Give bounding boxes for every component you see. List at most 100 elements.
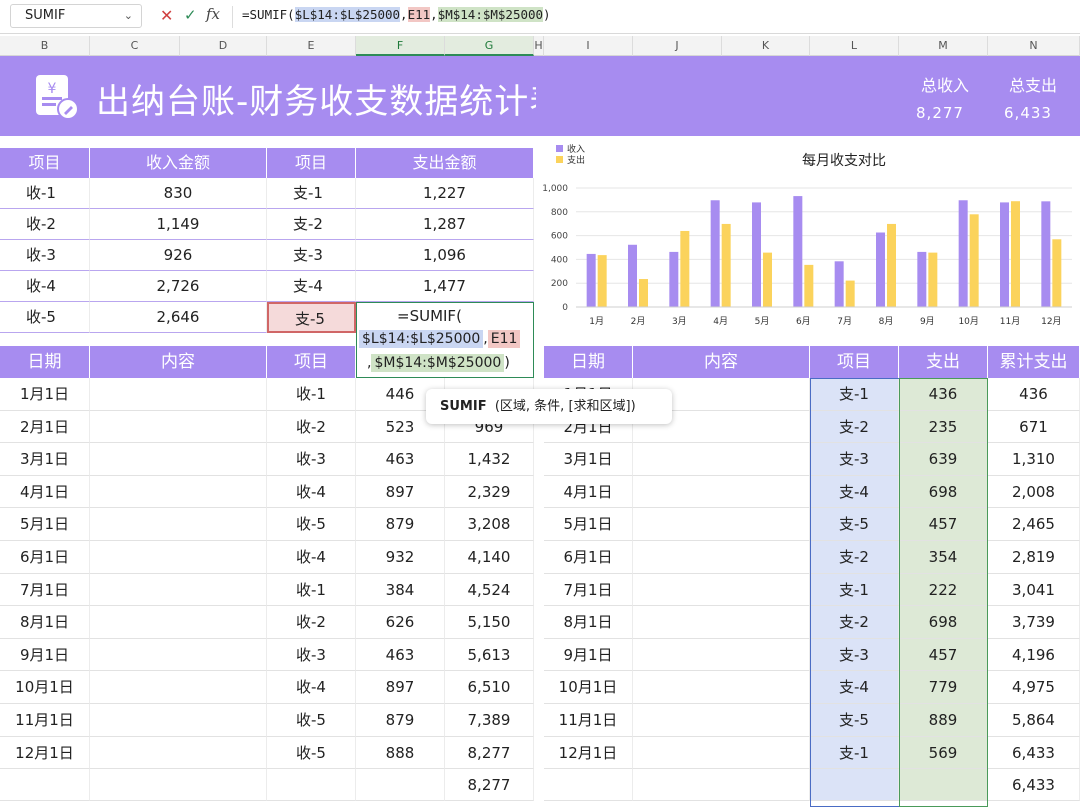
expense-total-cell[interactable]: 6,433 <box>988 769 1080 802</box>
summary-item-cell[interactable]: 支-1 <box>267 178 356 209</box>
expense-cell-amount[interactable]: 457 <box>899 508 988 541</box>
income-cell-date[interactable]: 9月1日 <box>0 638 90 672</box>
income-cell-cumulative[interactable]: 1,432 <box>445 443 534 476</box>
summary-item-cell[interactable]: 收-2 <box>0 209 90 240</box>
expense-cell-amount[interactable]: 639 <box>899 443 988 476</box>
expense-total-blank[interactable] <box>633 769 810 802</box>
column-header-m[interactable]: M <box>899 36 988 56</box>
income-cell-date[interactable]: 2月1日 <box>0 410 90 444</box>
income-cell-cumulative[interactable]: 3,208 <box>445 508 534 541</box>
income-cell-content[interactable] <box>90 443 267 476</box>
income-total-blank[interactable] <box>0 769 90 802</box>
summary-item-cell[interactable]: 收-3 <box>0 240 90 271</box>
summary-item-cell[interactable]: 支-2 <box>267 209 356 240</box>
expense-cell-item[interactable]: 支-3 <box>810 638 899 672</box>
expense-cell-content[interactable] <box>633 475 810 509</box>
expense-cell-cumulative[interactable]: 671 <box>988 410 1080 444</box>
income-cell-date[interactable]: 10月1日 <box>0 671 90 704</box>
income-cell-content[interactable] <box>90 475 267 509</box>
summary-item-cell[interactable]: 支-5 <box>267 302 356 333</box>
summary-amount-cell[interactable]: 2,726 <box>90 271 267 302</box>
income-cell-amount[interactable]: 463 <box>356 638 445 672</box>
income-cell-item[interactable]: 收-5 <box>267 736 356 770</box>
income-total-blank[interactable] <box>356 769 445 802</box>
income-cell-item[interactable]: 收-5 <box>267 508 356 541</box>
expense-cell-amount[interactable]: 436 <box>899 378 988 411</box>
expense-cell-content[interactable] <box>633 508 810 541</box>
income-cell-date[interactable]: 3月1日 <box>0 443 90 476</box>
column-header-i[interactable]: I <box>544 36 633 56</box>
income-cell-date[interactable]: 6月1日 <box>0 541 90 574</box>
expense-cell-cumulative[interactable]: 3,041 <box>988 573 1080 607</box>
expense-cell-date[interactable]: 12月1日 <box>544 736 633 770</box>
confirm-icon[interactable]: ✓ <box>184 6 197 24</box>
expense-cell-cumulative[interactable]: 5,864 <box>988 704 1080 737</box>
income-cell-date[interactable]: 12月1日 <box>0 736 90 770</box>
column-header-g[interactable]: G <box>445 36 534 56</box>
expense-cell-date[interactable]: 10月1日 <box>544 671 633 704</box>
expense-cell-amount[interactable]: 779 <box>899 671 988 704</box>
column-header-e[interactable]: E <box>267 36 356 56</box>
expense-cell-date[interactable]: 4月1日 <box>544 475 633 509</box>
expense-cell-date[interactable]: 6月1日 <box>544 541 633 574</box>
column-header-h[interactable]: H <box>534 36 544 56</box>
income-cell-cumulative[interactable]: 8,277 <box>445 736 534 770</box>
column-header-b[interactable]: B <box>0 36 90 56</box>
income-cell-item[interactable]: 收-1 <box>267 378 356 411</box>
expense-cell-amount[interactable]: 235 <box>899 410 988 444</box>
expense-cell-content[interactable] <box>633 606 810 639</box>
summary-amount-cell[interactable]: 926 <box>90 240 267 271</box>
expense-cell-date[interactable]: 8月1日 <box>544 606 633 639</box>
expense-cell-cumulative[interactable]: 2,465 <box>988 508 1080 541</box>
income-cell-item[interactable]: 收-4 <box>267 671 356 704</box>
expense-cell-amount[interactable]: 889 <box>899 704 988 737</box>
expense-cell-amount[interactable]: 457 <box>899 638 988 672</box>
income-cell-content[interactable] <box>90 410 267 444</box>
expense-cell-item[interactable]: 支-1 <box>810 378 899 411</box>
income-cell-cumulative[interactable]: 5,613 <box>445 638 534 672</box>
income-cell-amount[interactable]: 463 <box>356 443 445 476</box>
income-cell-date[interactable]: 4月1日 <box>0 475 90 509</box>
expense-cell-amount[interactable]: 698 <box>899 606 988 639</box>
cell-edit-popup[interactable]: =SUMIF( $L$14:$L$25000, E11 , $M$14:$M$250… <box>356 302 534 378</box>
expense-cell-amount[interactable]: 354 <box>899 541 988 574</box>
income-cell-amount[interactable]: 897 <box>356 475 445 509</box>
expense-cell-content[interactable] <box>633 736 810 770</box>
expense-cell-content[interactable] <box>633 573 810 607</box>
income-cell-date[interactable]: 8月1日 <box>0 606 90 639</box>
summary-amount-cell[interactable]: 1,149 <box>90 209 267 240</box>
summary-item-cell[interactable]: 收-4 <box>0 271 90 302</box>
summary-item-cell[interactable]: 收-1 <box>0 178 90 209</box>
summary-amount-cell[interactable]: 1,287 <box>356 209 534 240</box>
insert-function-icon[interactable]: fx <box>206 5 220 23</box>
income-cell-item[interactable]: 收-4 <box>267 541 356 574</box>
summary-item-cell[interactable]: 支-3 <box>267 240 356 271</box>
expense-cell-cumulative[interactable]: 436 <box>988 378 1080 411</box>
expense-cell-cumulative[interactable]: 2,008 <box>988 475 1080 509</box>
income-cell-content[interactable] <box>90 704 267 737</box>
summary-item-cell[interactable]: 支-4 <box>267 271 356 302</box>
expense-cell-item[interactable]: 支-3 <box>810 443 899 476</box>
income-cell-content[interactable] <box>90 508 267 541</box>
summary-amount-cell[interactable]: 1,096 <box>356 240 534 271</box>
income-total-cell[interactable]: 8,277 <box>445 769 534 802</box>
summary-amount-cell[interactable]: 1,227 <box>356 178 534 209</box>
expense-total-blank[interactable] <box>899 769 988 802</box>
income-cell-item[interactable]: 收-4 <box>267 475 356 509</box>
expense-cell-cumulative[interactable]: 4,975 <box>988 671 1080 704</box>
expense-cell-item[interactable]: 支-5 <box>810 508 899 541</box>
expense-cell-date[interactable]: 11月1日 <box>544 704 633 737</box>
expense-cell-date[interactable]: 5月1日 <box>544 508 633 541</box>
income-total-blank[interactable] <box>90 769 267 802</box>
column-header-d[interactable]: D <box>180 36 267 56</box>
income-cell-amount[interactable]: 626 <box>356 606 445 639</box>
summary-amount-cell[interactable]: 830 <box>90 178 267 209</box>
expense-cell-cumulative[interactable]: 3,739 <box>988 606 1080 639</box>
column-header-k[interactable]: K <box>722 36 810 56</box>
chevron-down-icon[interactable]: ⌄ <box>124 5 133 27</box>
expense-cell-content[interactable] <box>633 443 810 476</box>
income-cell-content[interactable] <box>90 736 267 770</box>
income-cell-amount[interactable]: 932 <box>356 541 445 574</box>
expense-cell-date[interactable]: 7月1日 <box>544 573 633 607</box>
income-cell-date[interactable]: 5月1日 <box>0 508 90 541</box>
